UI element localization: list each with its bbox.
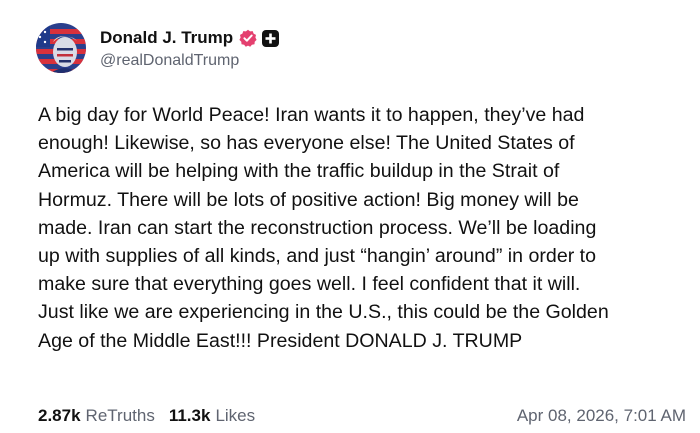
retruths-stat[interactable]: 2.87k ReTruths — [38, 406, 155, 426]
author-display-name[interactable]: Donald J. Trump — [100, 28, 233, 48]
post-text-line: A big day for World Peace! Iran wants it… — [38, 104, 585, 126]
post-text-line: up with supplies of all kinds, and just … — [38, 245, 597, 268]
likes-stat[interactable]: 11.3k Likes — [169, 406, 255, 426]
retruths-label: ReTruths — [85, 406, 155, 425]
post-body: A big day for World Peace! Iran wants it… — [38, 101, 690, 355]
post-text-line: Age of the Middle East!!! President DONA… — [38, 329, 523, 352]
avatar[interactable] — [36, 23, 86, 73]
retruths-count: 2.87k — [38, 406, 81, 425]
post-text-line: Just like we are experiencing in the U.S… — [38, 301, 609, 324]
avatar-image — [36, 23, 86, 73]
post-text-line: enough! Likewise, so has everyone else! … — [38, 132, 575, 155]
likes-label: Likes — [215, 406, 256, 425]
plus-badge-icon — [262, 29, 280, 47]
post-text-line: make sure that everything goes well. I f… — [38, 273, 581, 296]
author-identity: Donald J. Trump @realDonaldTrump — [100, 26, 280, 70]
verified-badge-icon — [239, 29, 257, 47]
author-handle[interactable]: @realDonaldTrump — [100, 52, 279, 70]
post-text-line: Hormuz. There will be lots of positive a… — [38, 188, 579, 211]
likes-count: 11.3k — [168, 406, 211, 425]
post-header: Donald J. Trump @realDonaldTrump — [36, 22, 280, 74]
post-timestamp[interactable]: Apr 08, 2026, 7:01 AM — [517, 406, 686, 426]
post-text-line: made. Iran can start the reconstruction … — [38, 216, 597, 239]
author-name-row: Donald J. Trump — [100, 26, 280, 50]
truth-post: Donald J. Trump @realDonaldTrump A big d… — [0, 0, 700, 433]
post-footer: 2.87k ReTruths 11.3k Likes Apr 08, 2026,… — [38, 403, 686, 429]
post-text-line: America will be helping with the traffic… — [38, 160, 560, 183]
